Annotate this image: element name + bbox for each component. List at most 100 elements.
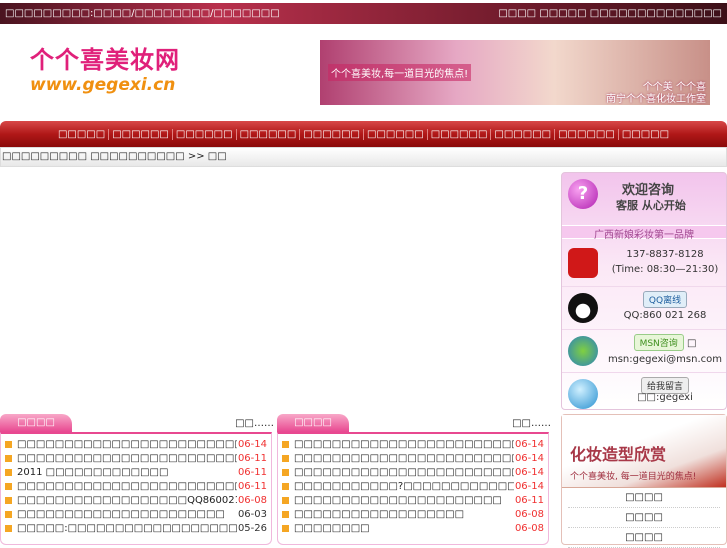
bullet-icon [282,496,289,504]
list-item[interactable]: □□□□□□□□ 06-08 [278,521,548,535]
tab-left[interactable]: □□□□ [0,414,72,432]
item-title[interactable]: 2011 □□□□□□□□□□□□□ [17,467,237,478]
logo-name: 个个喜美妆网 [30,46,180,74]
tab-right[interactable]: □□□□ [277,414,349,432]
nav-item[interactable]: □□□□□□ [364,128,428,140]
item-date: 06-14 [237,438,267,450]
item-title[interactable]: □□□□□□□□□□□□□□□□□□□□□□ [294,495,514,506]
site-logo[interactable]: 个个喜美妆网 www.gegexi.cn [30,40,210,105]
bullet-icon [282,510,289,518]
item-title[interactable]: □□□□□□□□□□□□□□□□□□□□□□□□□ [294,453,514,464]
item-date: 06-08 [237,494,267,506]
list-item[interactable]: 2011 □□□□□□□□□□□□□ 06-11 [1,465,271,479]
contact-title: 欢迎咨询 [622,183,675,198]
list-item[interactable]: □□□□□□□□□□□□□□□□□□□□□□□□□ 06-14 [278,451,548,465]
nav-item[interactable]: □□□□□□ [109,128,173,140]
bullet-icon [282,454,289,462]
item-date: 06-03 [237,508,267,520]
more-link[interactable]: □□…… [512,418,551,429]
top-bar-left-text: □□□□□□□□□:□□□□/□□□□□□□□/□□□□□□□ [5,8,280,19]
item-title[interactable]: □□□□□□□□ [294,523,514,534]
list-item[interactable]: □□□□□□□□□□□□□□□□□□□□□□□□ 06-14 [278,437,548,451]
gallery-item[interactable]: □□□□ [568,488,720,508]
news-list-left: □□□□ □□…… □□□□□□□□□□□□□□□□□□□□□□□□□□□□06… [0,414,276,545]
banner-line1: 个个美 个个喜 [642,82,706,93]
item-title[interactable]: □□□□□□□□□□□□□□□□□□□□□□ [17,509,237,520]
nav-item[interactable]: □□□□□□ [173,128,237,140]
service-hours: (Time: 08:30—21:30) [611,264,719,275]
nav-item[interactable]: □□□□□ [619,129,672,140]
item-title[interactable]: □□□□□□□□□□□□□□□□□□□□□□□□ [17,481,237,492]
more-link[interactable]: □□…… [235,418,274,429]
item-title[interactable]: □□□□□□□□□□□□□□□□□□□□□□□□ [294,439,514,450]
qq-button[interactable]: QQ离线 [642,291,688,308]
list-item[interactable]: □□□□□□□□□□□□□□□□□□□□□□□□□□□□06-11 [1,451,271,465]
phone-icon [568,248,598,278]
item-date: 06-11 [237,480,267,492]
banner-line2: 南宁个个喜化妆工作室 [606,94,706,105]
msn-extra: □ [686,338,697,349]
list-item[interactable]: □□□□□□□□□□□□□□□□□□□□□□□□□□□□06-14 [1,437,271,451]
contact-subtitle: 客服 从心开始 [616,199,686,212]
logo-url: www.gegexi.cn [30,75,176,95]
list-item[interactable]: □□□□□□□□□□□□□□□□□□ 06-08 [278,507,548,521]
nav-item[interactable]: □□□□□□ [428,128,492,140]
top-bar: □□□□□□□□□:□□□□/□□□□□□□□/□□□□□□□ □□□□ □□□… [0,3,727,24]
msn-address: msn:gegexi@msn.com [607,354,722,365]
item-date: 06-14 [514,480,544,492]
item-date: 06-14 [514,438,544,450]
list-item[interactable]: □□□□□□□□□□□□□□□□□□□□□□ 06-03 [1,507,271,521]
top-bar-right-links[interactable]: □□□□ □□□□□ □□□□□□□□□□□□□□ [498,8,722,19]
item-title[interactable]: □□□□□□□□□□□□□□□□□□QQ860021268 [17,495,237,506]
item-title[interactable]: □□□□□□□□□□□□□□□□□□□□□□□□□□□□ [17,453,237,464]
phone-number: 137-8837-8128 [626,249,704,260]
gallery-item[interactable]: □□□□ [568,528,720,548]
item-title[interactable]: □□□□□□□□□□□□□□□□□□□□□□□□□! [294,467,514,478]
item-date: 06-11 [237,466,267,478]
msn-button[interactable]: MSN咨询 [633,334,684,351]
nav-item[interactable]: □□□□□□ [491,128,556,140]
item-title[interactable]: □□□□□□□□□□□□□□□□□□□□□□□□□□□□ [17,439,237,450]
item-date: 06-14 [514,466,544,478]
item-title[interactable]: □□□□□:□□□□□□□□□□□□□□□□□□□□ [17,523,237,534]
nav-item[interactable]: □□□□□□ [237,128,301,140]
message-bubble-icon [568,379,598,409]
bullet-icon [5,524,12,532]
contact-brand: 广西新娘彩妆第一品牌 [562,225,726,241]
list-item[interactable]: □□□□□:□□□□□□□□□□□□□□□□□□□□ 05-26 [1,521,271,535]
list-item[interactable]: □□□□□□□□□□□?□□□□□□□□□□□□□ 06-14 [278,479,548,493]
bullet-icon [5,482,12,490]
news-list-right: □□□□ □□…… □□□□□□□□□□□□□□□□□□□□□□□□ 06-14 □… [277,414,553,545]
nav-item[interactable]: □□□□□ [55,128,110,140]
item-date: 06-08 [514,522,544,534]
help-icon: ? [568,179,598,209]
bullet-icon [5,454,12,462]
item-title[interactable]: □□□□□□□□□□□?□□□□□□□□□□□□□ [294,481,514,492]
bullet-icon [282,440,289,448]
bullet-icon [5,510,12,518]
nav-item[interactable]: □□□□□□ [555,128,619,140]
list-item[interactable]: □□□□□□□□□□□□□□□□□□□□□□□□ 06-11 [1,479,271,493]
bullet-icon [282,524,289,532]
gallery-title: 化妆造型欣赏 [570,445,667,464]
bullet-icon [282,468,289,476]
gallery-item[interactable]: □□□□ [568,508,720,528]
item-title[interactable]: □□□□□□□□□□□□□□□□□□ [294,509,514,520]
message-id: □□:gegexi [637,392,693,403]
header-banner: 个个喜美妆,每一道目光的焦点! 个个美 个个喜 南宁个个喜化妆工作室 [320,40,710,105]
nav-item[interactable]: □□□□□□ [300,128,364,140]
qq-number: QQ:860 021 268 [623,310,707,321]
msn-icon [568,336,598,366]
list-item[interactable]: □□□□□□□□□□□□□□□□□□QQ860021268 06-08 [1,493,271,507]
bullet-icon [5,496,12,504]
item-date: 06-14 [514,452,544,464]
bullet-icon [5,468,12,476]
contact-panel: ? 欢迎咨询 客服 从心开始 广西新娘彩妆第一品牌 137-8837-8128 … [561,172,727,410]
qq-penguin-icon [568,293,598,323]
list-item[interactable]: □□□□□□□□□□□□□□□□□□□□□□□□□! 06-14 [278,465,548,479]
banner-slogan: 个个喜美妆,每一道目光的焦点! [328,64,472,81]
item-date: 06-08 [514,508,544,520]
item-date: 05-26 [237,522,267,534]
breadcrumb: □□□□□□□□□ □□□□□□□□□□ >> □□ [0,147,727,167]
list-item[interactable]: □□□□□□□□□□□□□□□□□□□□□□ 06-11 [278,493,548,507]
